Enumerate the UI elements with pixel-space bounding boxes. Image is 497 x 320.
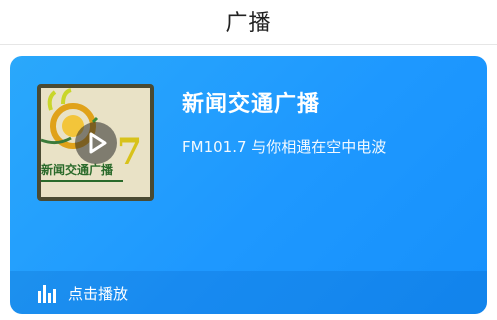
station-description: FM101.7 与你相遇在空中电波 <box>182 138 387 156</box>
play-button[interactable] <box>75 122 117 164</box>
audio-bars-icon <box>38 285 56 303</box>
station-cover-image[interactable]: 7 新闻交通广播 <box>37 84 154 201</box>
logo-text: 新闻交通广播 <box>41 162 114 177</box>
play-icon <box>89 132 107 154</box>
app-header: 广播 <box>0 0 497 45</box>
logo-number: 7 <box>117 131 142 173</box>
radio-station-card[interactable]: 7 新闻交通广播 新闻交通广播 FM101.7 与你相遇在空中电波 点击播放 <box>10 56 487 314</box>
page-title: 广播 <box>225 11 272 36</box>
play-action-bar[interactable]: 点击播放 <box>10 271 487 314</box>
play-label[interactable]: 点击播放 <box>68 283 128 304</box>
station-name: 新闻交通广播 <box>182 92 321 117</box>
